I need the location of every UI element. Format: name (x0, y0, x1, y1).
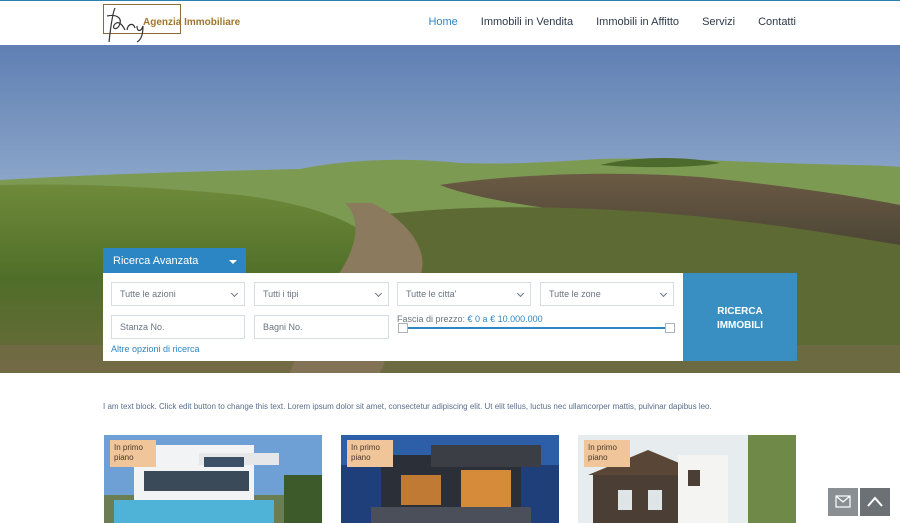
advanced-search-label: Ricerca Avanzata (113, 255, 199, 267)
chevron-down-icon (230, 289, 239, 298)
more-search-options-link[interactable]: Altre opzioni di ricerca (111, 344, 200, 354)
contact-mail-button[interactable] (828, 488, 858, 516)
main-nav: Home Immobili in Vendita Immobili in Aff… (428, 16, 796, 28)
property-card[interactable]: In primo piano (578, 435, 796, 523)
search-panel: Tutte le azioni Tutti i tipi Tutte le ci… (103, 273, 683, 361)
cities-select-value: Tutte le citta' (406, 289, 457, 299)
cities-select[interactable]: Tutte le citta' (397, 282, 531, 306)
types-select-value: Tutti i tipi (263, 289, 299, 299)
price-range-value: € 0 a € 10.000.000 (467, 314, 543, 324)
arrow-up-icon (867, 496, 883, 507)
featured-badge: In primo piano (347, 440, 393, 467)
property-card[interactable]: In primo piano (341, 435, 559, 523)
price-range-label: Fascia di prezzo: € 0 a € 10.000.000 (397, 314, 543, 324)
logo-text: Agenzia Immobiliare (143, 17, 241, 28)
nav-services[interactable]: Servizi (702, 16, 735, 28)
price-slider-track[interactable] (401, 327, 671, 329)
types-select[interactable]: Tutti i tipi (254, 282, 389, 306)
featured-badge: In primo piano (110, 440, 156, 467)
featured-badge: In primo piano (584, 440, 630, 467)
chevron-down-icon (374, 289, 383, 298)
zones-select-value: Tutte le zone (549, 289, 601, 299)
search-button-line1: RICERCA (717, 306, 763, 317)
property-card[interactable]: In primo piano (104, 435, 322, 523)
zones-select[interactable]: Tutte le zone (540, 282, 674, 306)
price-slider-max-handle[interactable] (665, 323, 675, 333)
text-block: I am text block. Click edit button to ch… (103, 402, 712, 411)
badge-line2: piano (351, 453, 371, 462)
scroll-top-button[interactable] (860, 488, 890, 516)
nav-rent[interactable]: Immobili in Affitto (596, 16, 679, 28)
site-header: Agenzia Immobiliare Home Immobili in Ven… (0, 0, 900, 45)
badge-line1: In primo (588, 443, 617, 452)
chevron-down-icon (516, 289, 525, 298)
search-button[interactable]: RICERCA IMMOBILI (683, 273, 797, 361)
nav-sale[interactable]: Immobili in Vendita (481, 16, 573, 28)
badge-line2: piano (588, 453, 608, 462)
mail-icon (835, 495, 851, 508)
baths-input[interactable]: Bagni No. (254, 315, 389, 339)
nav-contacts[interactable]: Contatti (758, 16, 796, 28)
price-slider-min-handle[interactable] (398, 323, 408, 333)
search-button-line2: IMMOBILI (716, 320, 764, 331)
actions-select-value: Tutte le azioni (120, 289, 176, 299)
badge-line1: In primo (114, 443, 143, 452)
actions-select[interactable]: Tutte le azioni (111, 282, 245, 306)
caret-down-icon (229, 260, 237, 264)
badge-line2: piano (114, 453, 134, 462)
baths-placeholder: Bagni No. (263, 322, 303, 332)
chevron-down-icon (659, 289, 668, 298)
advanced-search-tab[interactable]: Ricerca Avanzata (103, 248, 246, 273)
nav-home[interactable]: Home (428, 16, 457, 28)
rooms-input[interactable]: Stanza No. (111, 315, 245, 339)
logo[interactable]: Agenzia Immobiliare (103, 4, 240, 44)
rooms-placeholder: Stanza No. (120, 322, 165, 332)
badge-line1: In primo (351, 443, 380, 452)
